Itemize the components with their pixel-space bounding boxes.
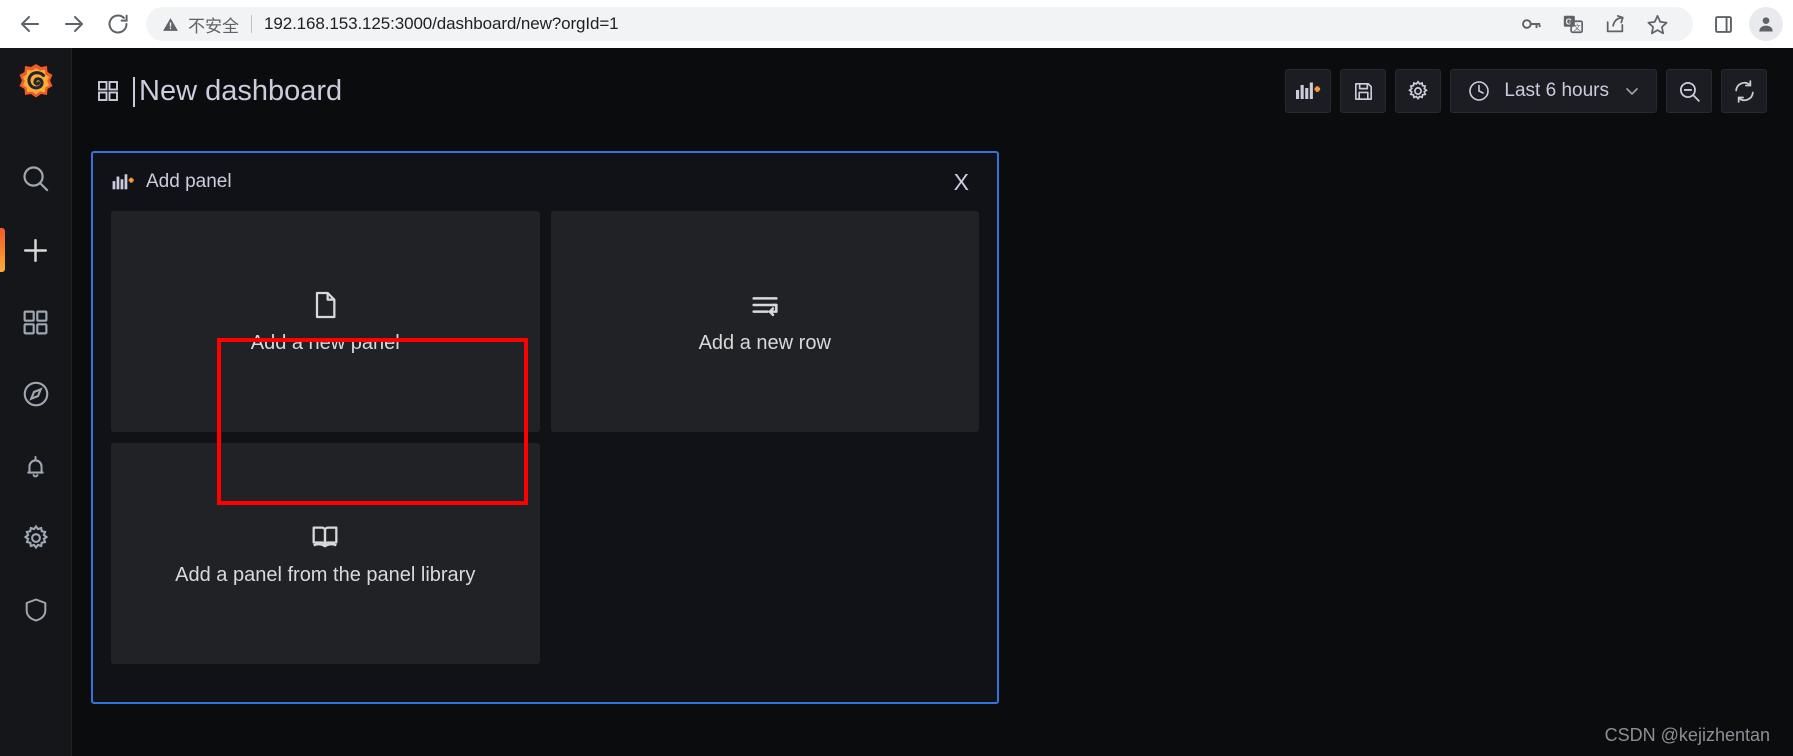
grafana-app: New dashboard Last 6 hours Add panel X A… <box>0 48 1793 756</box>
add-new-panel-label: Add a new panel <box>250 331 400 354</box>
save-dashboard-button[interactable] <box>1340 69 1387 113</box>
chevron-down-icon <box>1622 81 1642 101</box>
svg-text:文: 文 <box>1573 23 1581 32</box>
add-panel-title: Add panel <box>146 171 232 192</box>
time-range-label: Last 6 hours <box>1504 80 1609 101</box>
close-icon[interactable]: X <box>948 167 975 198</box>
sidebar-item-create[interactable] <box>0 214 72 286</box>
add-new-panel-tile[interactable]: Add a new panel <box>111 211 540 432</box>
main-sidebar <box>0 48 72 756</box>
share-icon[interactable] <box>1595 7 1635 41</box>
add-panel-widget: Add panel X Add a new panel Add a new ro… <box>91 151 999 704</box>
translate-icon[interactable]: G文 <box>1553 7 1593 41</box>
dashboard-header: New dashboard Last 6 hours <box>72 48 1793 134</box>
sidebar-item-explore[interactable] <box>0 358 72 430</box>
security-status-label: 不安全 <box>188 16 239 37</box>
sidebar-item-server-admin[interactable] <box>0 574 72 646</box>
forward-arrow-icon[interactable] <box>52 2 96 46</box>
sidebar-item-alerting[interactable] <box>0 430 72 502</box>
reload-icon[interactable] <box>96 2 140 46</box>
refresh-dashboard-button[interactable] <box>1721 69 1767 113</box>
add-panel-bar-chart-icon <box>111 172 136 192</box>
add-panel-button[interactable] <box>1285 69 1332 113</box>
zoom-out-time-button[interactable] <box>1666 69 1712 113</box>
browser-toolbar: 不安全 192.168.153.125:3000/dashboard/new?o… <box>0 0 1793 48</box>
add-new-row-tile[interactable]: Add a new row <box>550 211 979 432</box>
watermark: CSDN @kejizhentan <box>1604 725 1770 745</box>
sidebar-item-dashboards[interactable] <box>0 286 72 358</box>
add-new-row-label: Add a new row <box>698 331 831 354</box>
grafana-logo-icon[interactable] <box>16 62 56 102</box>
add-panel-from-library-label: Add a panel from the panel library <box>175 563 476 586</box>
page-title[interactable]: New dashboard <box>132 75 342 108</box>
sidebar-item-search[interactable] <box>0 142 72 214</box>
wrap-text-row-icon <box>749 289 781 321</box>
key-icon[interactable] <box>1511 7 1551 41</box>
warning-triangle-icon <box>162 16 179 33</box>
back-arrow-icon[interactable] <box>8 2 52 46</box>
star-icon[interactable] <box>1637 7 1677 41</box>
side-panel-icon[interactable] <box>1703 4 1743 44</box>
add-panel-tiles: Add a new panel Add a new row Add a pane… <box>93 211 997 682</box>
dashboard-settings-button[interactable] <box>1395 69 1442 113</box>
dashboard-grid-icon <box>96 79 120 103</box>
url-text: 192.168.153.125:3000/dashboard/new?orgId… <box>264 14 619 33</box>
time-range-picker[interactable]: Last 6 hours <box>1450 69 1657 113</box>
file-document-icon <box>309 289 341 321</box>
clock-icon <box>1467 79 1491 103</box>
open-book-icon <box>309 521 341 553</box>
add-panel-header: Add panel X <box>93 153 997 211</box>
profile-avatar-icon[interactable] <box>1749 7 1783 41</box>
address-bar[interactable]: 不安全 192.168.153.125:3000/dashboard/new?o… <box>146 7 1693 41</box>
omnibox-divider <box>251 15 252 33</box>
add-panel-from-library-tile[interactable]: Add a panel from the panel library <box>111 443 540 664</box>
dashboard-toolbar: Last 6 hours <box>1285 69 1767 113</box>
sidebar-item-configuration[interactable] <box>0 502 72 574</box>
